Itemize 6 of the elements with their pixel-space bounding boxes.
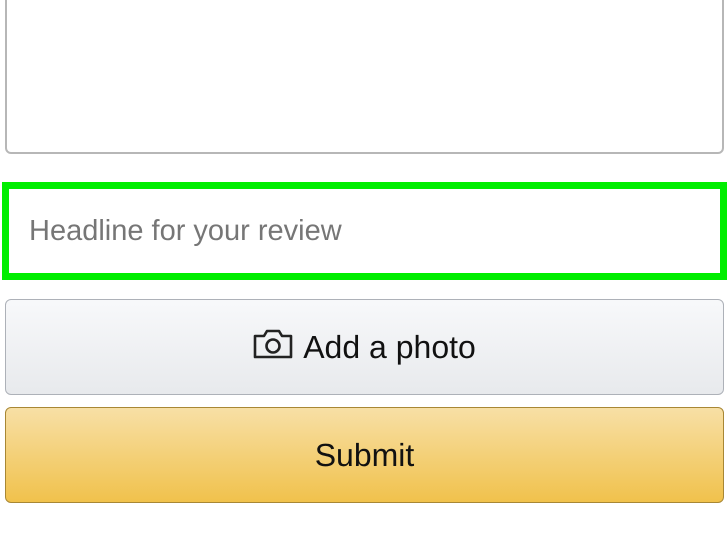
camera-icon [253, 329, 294, 359]
headline-input[interactable]: Headline for your review [9, 189, 720, 273]
review-text-area[interactable] [5, 0, 724, 154]
submit-button[interactable]: Submit [5, 407, 724, 503]
add-photo-button[interactable]: Add a photo [5, 299, 724, 395]
headline-field[interactable]: Headline for your review [2, 182, 727, 280]
